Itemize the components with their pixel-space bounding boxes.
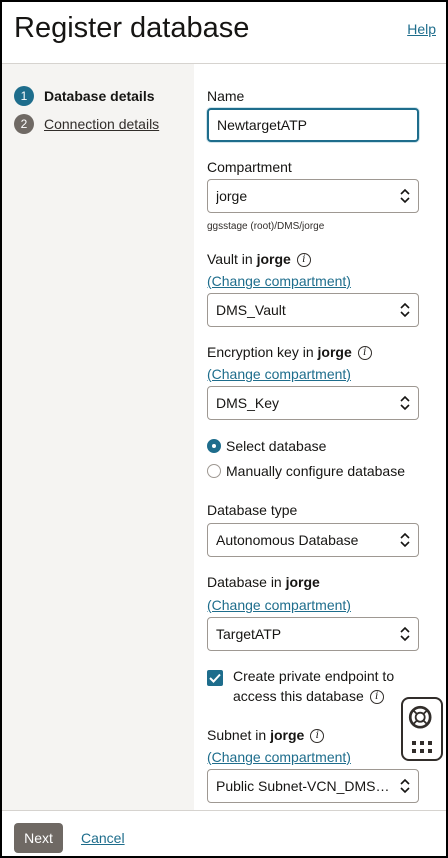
help-link[interactable]: Help <box>407 21 436 37</box>
subnet-label-prefix: Subnet in <box>207 727 267 743</box>
subnet-value: Public Subnet-VCN_DMS_... <box>216 778 394 794</box>
private-endpoint-line2: access this database <box>233 688 364 704</box>
up-down-chevron-icon <box>400 188 410 204</box>
up-down-chevron-icon <box>400 395 410 411</box>
compartment-value: jorge <box>216 188 248 204</box>
steps-sidebar: 1 Database details 2 Connection details <box>2 64 194 810</box>
vault-value: DMS_Vault <box>216 302 286 318</box>
private-endpoint-label: Create private endpoint to access this d… <box>233 666 413 706</box>
step-label: Database details <box>44 88 155 104</box>
private-endpoint-checkbox[interactable] <box>207 670 223 686</box>
radio-label: Manually configure database <box>226 463 406 479</box>
database-type-label: Database type <box>207 502 298 518</box>
subnet-change-compartment-link[interactable]: (Change compartment) <box>207 749 351 765</box>
up-down-chevron-icon <box>400 778 410 794</box>
step-database-details[interactable]: 1 Database details <box>14 86 155 106</box>
radio-manual-configure[interactable]: Manually configure database <box>207 463 405 479</box>
database-type-value: Autonomous Database <box>216 532 359 548</box>
private-endpoint-line2-wrap: access this database i <box>233 686 413 706</box>
page-title: Register database <box>14 12 250 44</box>
name-label: Name <box>207 88 245 104</box>
vault-label-prefix: Vault in <box>207 251 253 267</box>
encryption-key-label-compartment: jorge <box>317 344 352 360</box>
up-down-chevron-icon <box>400 302 410 318</box>
vault-label-compartment: jorge <box>256 251 291 267</box>
step-connection-details[interactable]: 2 Connection details <box>14 114 159 134</box>
encryption-key-value: DMS_Key <box>216 395 280 411</box>
radio-select-database[interactable]: Select database <box>207 438 326 454</box>
panel-footer: Next Cancel <box>2 810 446 856</box>
register-database-panel: Register database Help 1 Database detail… <box>2 2 446 856</box>
name-input[interactable]: NewtargetATP <box>207 108 419 142</box>
database-value: TargetATP <box>216 626 282 642</box>
info-icon[interactable]: i <box>369 690 384 705</box>
subnet-label-compartment: jorge <box>270 727 305 743</box>
radio-indicator <box>207 439 221 453</box>
vault-change-compartment-link[interactable]: (Change compartment) <box>207 273 351 289</box>
step-number: 2 <box>14 114 34 134</box>
panel-header: Register database Help <box>2 2 446 64</box>
database-label: Database in jorge <box>207 574 320 590</box>
encryption-key-select[interactable]: DMS_Key <box>207 386 419 420</box>
up-down-chevron-icon <box>400 626 410 642</box>
info-icon[interactable]: i <box>357 346 372 361</box>
compartment-label: Compartment <box>207 159 292 175</box>
name-value: NewtargetATP <box>217 117 307 133</box>
info-icon[interactable]: i <box>310 729 325 744</box>
vault-label: Vault in jorge i <box>207 251 311 268</box>
up-down-chevron-icon <box>400 532 410 548</box>
private-endpoint-line1: Create private endpoint to <box>233 668 395 684</box>
cancel-link[interactable]: Cancel <box>81 830 125 846</box>
subnet-label: Subnet in jorge i <box>207 727 325 744</box>
database-select[interactable]: TargetATP <box>207 617 419 651</box>
subnet-select[interactable]: Public Subnet-VCN_DMS_... <box>207 769 419 803</box>
encryption-key-change-compartment-link[interactable]: (Change compartment) <box>207 366 351 382</box>
app-grid-icon[interactable] <box>411 740 433 754</box>
radio-label: Select database <box>226 438 327 454</box>
compartment-select[interactable]: jorge <box>207 179 419 213</box>
database-label-prefix: Database in <box>207 574 282 590</box>
checkmark-icon <box>209 673 221 683</box>
info-icon[interactable]: i <box>296 253 311 268</box>
database-label-compartment: jorge <box>285 574 320 590</box>
database-type-select[interactable]: Autonomous Database <box>207 523 419 557</box>
encryption-key-label: Encryption key in jorge i <box>207 344 372 361</box>
next-button[interactable]: Next <box>14 823 63 853</box>
step-number: 1 <box>14 86 34 106</box>
radio-indicator <box>207 464 221 478</box>
vault-select[interactable]: DMS_Vault <box>207 293 419 327</box>
encryption-key-label-prefix: Encryption key in <box>207 344 314 360</box>
step-label: Connection details <box>44 116 160 132</box>
compartment-path: ggsstage (root)/DMS/jorge <box>207 221 325 232</box>
database-change-compartment-link[interactable]: (Change compartment) <box>207 597 351 613</box>
